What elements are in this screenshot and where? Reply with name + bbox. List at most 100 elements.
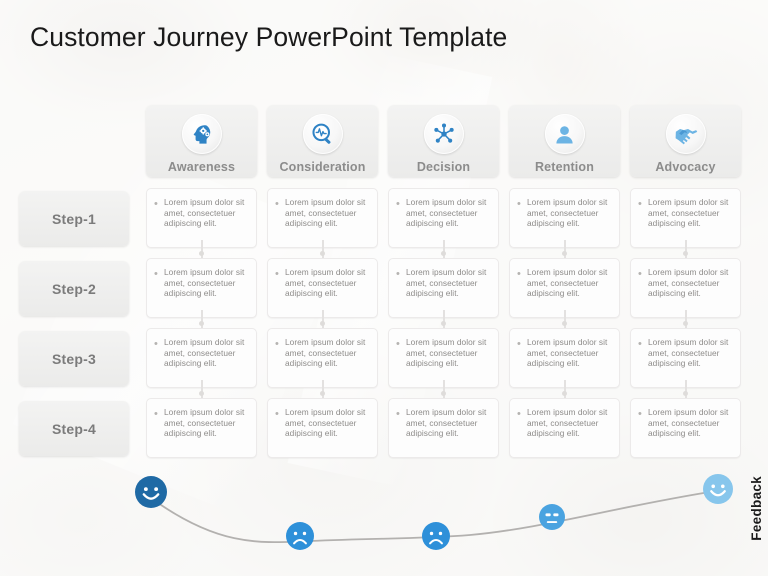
cell-bullet-icon: • (396, 408, 400, 420)
cell-text: Lorem ipsum dolor sit amet, consectetuer… (648, 407, 729, 439)
smiley-happy-icon[interactable] (135, 476, 167, 508)
cell-text: Lorem ipsum dolor sit amet, consectetuer… (648, 197, 729, 229)
journey-cell[interactable]: • Lorem ipsum dolor sit amet, consectetu… (267, 258, 378, 318)
step-card-1[interactable]: Step-1 (19, 191, 129, 246)
cell-bullet-icon: • (638, 198, 642, 210)
cell-bullet-icon: • (275, 268, 279, 280)
journey-cell[interactable]: • Lorem ipsum dolor sit amet, consectetu… (146, 188, 257, 248)
cell-connector-dot (199, 320, 204, 326)
person-icon (544, 114, 585, 154)
cell-text: Lorem ipsum dolor sit amet, consectetuer… (164, 267, 245, 299)
journey-cell[interactable]: • Lorem ipsum dolor sit amet, consectetu… (509, 188, 620, 248)
cell-text: Lorem ipsum dolor sit amet, consectetuer… (406, 407, 487, 439)
cell-connector-dot (562, 390, 567, 396)
cell-connector-dot (562, 320, 567, 326)
journey-cell[interactable]: • Lorem ipsum dolor sit amet, consectetu… (388, 328, 499, 388)
cell-text: Lorem ipsum dolor sit amet, consectetuer… (164, 407, 245, 439)
cell-text: Lorem ipsum dolor sit amet, consectetuer… (648, 267, 729, 299)
journey-cell[interactable]: • Lorem ipsum dolor sit amet, consectetu… (267, 398, 378, 458)
journey-cell[interactable]: • Lorem ipsum dolor sit amet, consectetu… (388, 258, 499, 318)
smiley-happy-icon[interactable] (703, 474, 733, 504)
cell-connector-dot (199, 250, 204, 256)
cell-bullet-icon: • (275, 198, 279, 210)
cell-text: Lorem ipsum dolor sit amet, consectetuer… (164, 337, 245, 369)
cell-bullet-icon: • (638, 408, 642, 420)
cell-text: Lorem ipsum dolor sit amet, consectetuer… (527, 407, 608, 439)
cell-connector-dot (562, 250, 567, 256)
stage-card-label: Awareness (167, 160, 236, 174)
journey-cell[interactable]: • Lorem ipsum dolor sit amet, consectetu… (267, 188, 378, 248)
journey-cell[interactable]: • Lorem ipsum dolor sit amet, consectetu… (267, 328, 378, 388)
journey-cell[interactable]: • Lorem ipsum dolor sit amet, consectetu… (630, 258, 741, 318)
journey-cell[interactable]: • Lorem ipsum dolor sit amet, consectetu… (146, 258, 257, 318)
cell-connector-dot (683, 320, 688, 326)
network-hub-icon (423, 114, 464, 154)
cell-text: Lorem ipsum dolor sit amet, consectetuer… (406, 197, 487, 229)
stage-card-advocacy[interactable]: Advocacy (630, 105, 741, 177)
cell-connector-dot (199, 390, 204, 396)
cell-bullet-icon: • (638, 268, 642, 280)
stage-card-consideration[interactable]: Consideration (267, 105, 378, 177)
cell-bullet-icon: • (154, 338, 158, 350)
journey-cell[interactable]: • Lorem ipsum dolor sit amet, consectetu… (509, 328, 620, 388)
cell-bullet-icon: • (396, 198, 400, 210)
cell-connector-dot (320, 320, 325, 326)
stage-card-label: Decision (416, 160, 471, 174)
cell-text: Lorem ipsum dolor sit amet, consectetuer… (285, 337, 366, 369)
stage-card-awareness[interactable]: Awareness (146, 105, 257, 177)
journey-cell[interactable]: • Lorem ipsum dolor sit amet, consectetu… (146, 328, 257, 388)
cell-bullet-icon: • (517, 338, 521, 350)
head-with-gears-icon (181, 114, 222, 154)
step-card-label: Step-3 (52, 350, 96, 367)
smiley-neutral-icon[interactable] (539, 504, 565, 530)
cell-bullet-icon: • (517, 408, 521, 420)
page-title: Customer Journey PowerPoint Template (30, 22, 508, 52)
cell-bullet-icon: • (396, 338, 400, 350)
stage-card-label: Advocacy (655, 160, 716, 174)
step-card-label: Step-2 (52, 280, 96, 297)
journey-cell[interactable]: • Lorem ipsum dolor sit amet, consectetu… (509, 258, 620, 318)
step-card-4[interactable]: Step-4 (19, 401, 129, 456)
cell-bullet-icon: • (154, 198, 158, 210)
journey-cell[interactable]: • Lorem ipsum dolor sit amet, consectetu… (509, 398, 620, 458)
journey-cell[interactable]: • Lorem ipsum dolor sit amet, consectetu… (146, 398, 257, 458)
journey-cell[interactable]: • Lorem ipsum dolor sit amet, consectetu… (388, 398, 499, 458)
stage-card-label: Consideration (279, 160, 366, 174)
journey-cell[interactable]: • Lorem ipsum dolor sit amet, consectetu… (630, 188, 741, 248)
smiley-sad-icon[interactable] (286, 522, 314, 550)
stage-card-label: Retention (535, 160, 594, 174)
cell-text: Lorem ipsum dolor sit amet, consectetuer… (285, 407, 366, 439)
cell-bullet-icon: • (396, 268, 400, 280)
journey-cell[interactable]: • Lorem ipsum dolor sit amet, consectetu… (388, 188, 499, 248)
feedback-curve-svg (150, 490, 717, 544)
step-card-3[interactable]: Step-3 (19, 331, 129, 386)
cell-connector-dot (441, 320, 446, 326)
cell-text: Lorem ipsum dolor sit amet, consectetuer… (285, 197, 366, 229)
cell-bullet-icon: • (154, 408, 158, 420)
feedback-curve-section: Feedback (0, 462, 768, 576)
step-card-2[interactable]: Step-2 (19, 261, 129, 316)
cell-bullet-icon: • (275, 338, 279, 350)
cell-text: Lorem ipsum dolor sit amet, consectetuer… (648, 337, 729, 369)
magnifier-pulse-icon (302, 114, 343, 154)
cell-bullet-icon: • (517, 268, 521, 280)
cell-text: Lorem ipsum dolor sit amet, consectetuer… (164, 197, 245, 229)
journey-cell[interactable]: • Lorem ipsum dolor sit amet, consectetu… (630, 398, 741, 458)
cell-bullet-icon: • (275, 408, 279, 420)
cell-connector-dot (320, 390, 325, 396)
journey-cell[interactable]: • Lorem ipsum dolor sit amet, consectetu… (630, 328, 741, 388)
cell-text: Lorem ipsum dolor sit amet, consectetuer… (285, 267, 366, 299)
cell-text: Lorem ipsum dolor sit amet, consectetuer… (406, 337, 487, 369)
stage-card-retention[interactable]: Retention (509, 105, 620, 177)
cell-text: Lorem ipsum dolor sit amet, consectetuer… (406, 267, 487, 299)
cell-text: Lorem ipsum dolor sit amet, consectetuer… (527, 267, 608, 299)
stage-card-decision[interactable]: Decision (388, 105, 499, 177)
smiley-sad-icon[interactable] (422, 522, 450, 550)
feedback-axis-label: Feedback (749, 476, 764, 541)
slide-canvas: Customer Journey PowerPoint Template Awa… (0, 0, 768, 576)
cell-connector-dot (441, 250, 446, 256)
handshake-icon (665, 114, 706, 154)
cell-connector-dot (441, 390, 446, 396)
cell-connector-dot (320, 250, 325, 256)
cell-text: Lorem ipsum dolor sit amet, consectetuer… (527, 197, 608, 229)
